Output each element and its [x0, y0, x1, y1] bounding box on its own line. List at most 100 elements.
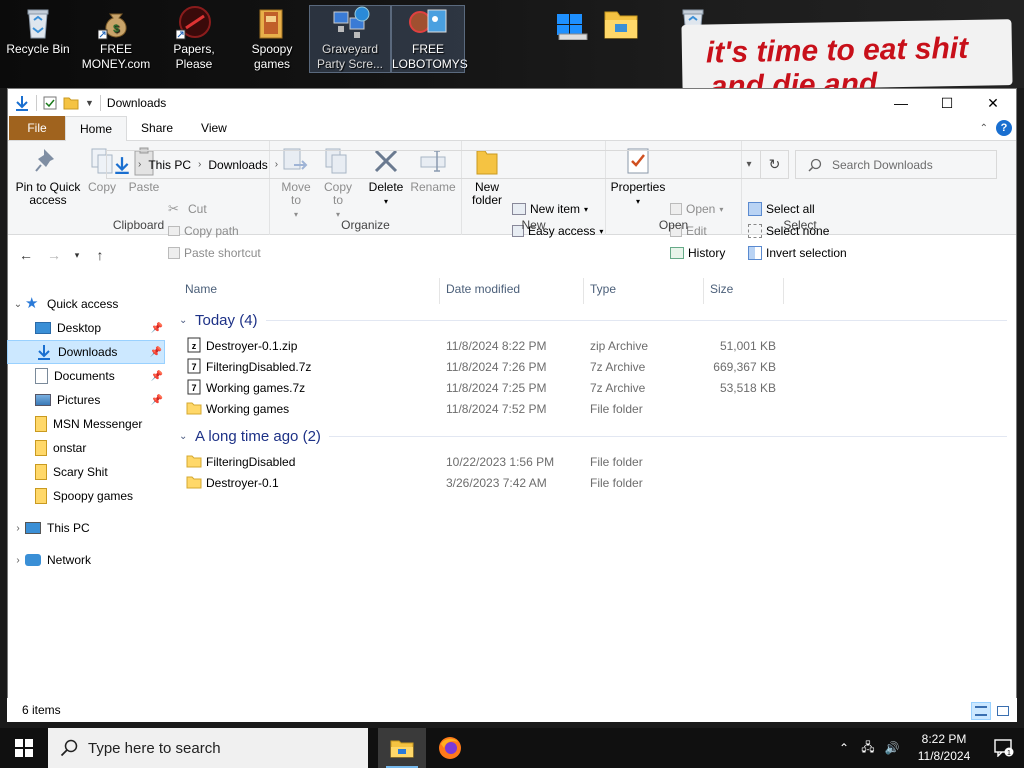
drive-icon: [557, 14, 588, 40]
chevron-down-icon[interactable]: ⌃: [980, 123, 988, 134]
details-view-button[interactable]: [971, 702, 991, 720]
column-separator[interactable]: [783, 278, 784, 304]
folder-icon: [35, 416, 47, 432]
volume-icon[interactable]: 🔊: [880, 741, 904, 755]
windows-logo-icon: [15, 739, 33, 757]
desktop-icon-papers-please[interactable]: Papers, Please: [156, 6, 232, 72]
clock[interactable]: 8:22 PM 11/8/2024: [904, 731, 984, 765]
taskbar-firefox[interactable]: [426, 728, 474, 768]
search-box[interactable]: Search Downloads: [795, 150, 997, 179]
breadcrumb-this-pc[interactable]: This PC: [148, 158, 191, 172]
computer-icon: [25, 522, 41, 534]
customize-toolbar-icon[interactable]: ▼: [85, 98, 94, 108]
svg-text:$: $: [113, 23, 119, 35]
navigation-pane: ⌄ ★ Quick access Desktop 📌 Downloads 📌 D…: [7, 290, 167, 690]
taskbar-search-box[interactable]: Type here to search: [48, 728, 368, 768]
column-size[interactable]: Size: [710, 274, 733, 304]
properties-check-icon[interactable]: [43, 96, 57, 110]
meme-text-line-1: it's time to eat shit: [705, 31, 969, 70]
refresh-button[interactable]: ↻: [760, 151, 788, 178]
start-button[interactable]: [0, 728, 48, 768]
cut-button[interactable]: ✂ Cut: [168, 199, 207, 219]
expand-chevron-icon[interactable]: ⌄: [11, 299, 25, 310]
desktop-icon-recycle-bin[interactable]: Recycle Bin: [0, 6, 76, 57]
scissors-icon: ✂: [168, 201, 179, 216]
recent-locations-button[interactable]: ▾: [70, 243, 84, 267]
nav-network[interactable]: › Network: [7, 548, 165, 572]
expand-chevron-icon[interactable]: ›: [11, 555, 25, 566]
chevron-right-icon[interactable]: ›: [275, 159, 278, 170]
column-separator[interactable]: [703, 278, 704, 304]
address-dropdown-icon[interactable]: ▾: [738, 159, 760, 170]
file-row[interactable]: Destroyer-0.1 3/26/2023 7:42 AM File fol…: [173, 472, 1007, 493]
nav-this-pc[interactable]: › This PC: [7, 516, 165, 540]
nav-item-spoopy-games[interactable]: Spoopy games: [7, 484, 165, 508]
chevron-right-icon[interactable]: ›: [198, 159, 201, 170]
column-type[interactable]: Type: [590, 274, 616, 304]
notification-center-button[interactable]: 1: [984, 728, 1024, 768]
group-header-today[interactable]: ⌄ Today (4): [173, 309, 1007, 331]
tab-view[interactable]: View: [187, 116, 241, 140]
tab-share[interactable]: Share: [127, 116, 187, 140]
history-icon: [670, 247, 684, 259]
invert-selection-icon: [748, 246, 762, 260]
group-header-long-time-ago[interactable]: ⌄ A long time ago (2): [173, 425, 1007, 447]
desktop-icon-folder[interactable]: [590, 6, 652, 42]
invert-selection-button[interactable]: Invert selection: [748, 243, 847, 263]
file-row[interactable]: Working games 11/8/2024 7:52 PM File fol…: [173, 398, 1007, 419]
close-button[interactable]: ✕: [970, 89, 1016, 117]
nav-item-msn-messenger[interactable]: MSN Messenger: [7, 412, 165, 436]
history-button[interactable]: History: [670, 243, 725, 263]
column-separator[interactable]: [439, 278, 440, 304]
large-icons-view-button[interactable]: [993, 702, 1013, 720]
network-tray-icon[interactable]: 🖧: [856, 738, 880, 759]
search-input[interactable]: Search Downloads: [832, 158, 933, 172]
nav-quick-access[interactable]: ⌄ ★ Quick access: [7, 292, 165, 316]
nav-item-scary-shit[interactable]: Scary Shit: [7, 460, 165, 484]
up-button[interactable]: ↑: [88, 243, 112, 267]
clock-date: 11/8/2024: [917, 749, 971, 763]
nav-item-pictures[interactable]: Pictures 📌: [7, 388, 165, 412]
column-date-modified[interactable]: Date modified: [446, 274, 520, 304]
select-all-button[interactable]: Select all: [748, 199, 815, 219]
back-button[interactable]: ←: [14, 243, 38, 267]
file-row[interactable]: z Destroyer-0.1.zip 11/8/2024 8:22 PM zi…: [173, 335, 1007, 356]
desktop-icon-free-lobotomys[interactable]: FREE LOBOTOMYS: [391, 5, 468, 73]
help-icon[interactable]: ?: [996, 120, 1012, 136]
file-row[interactable]: 7 Working games.7z 11/8/2024 7:25 PM 7z …: [173, 377, 1007, 398]
expand-chevron-icon[interactable]: ›: [11, 523, 25, 534]
nav-item-desktop[interactable]: Desktop 📌: [7, 316, 165, 340]
taskbar-search-input[interactable]: Type here to search: [88, 740, 221, 757]
taskbar-file-explorer[interactable]: [378, 728, 426, 768]
title-bar[interactable]: ▼ Downloads — ☐ ✕: [8, 89, 1016, 117]
documents-icon: [35, 368, 48, 384]
desktop-icon-graveyard-party[interactable]: Graveyard Party Scre...: [309, 5, 391, 73]
show-hidden-icons-icon[interactable]: ⌃: [832, 741, 856, 755]
forward-button[interactable]: →: [42, 243, 66, 267]
file-row[interactable]: FilteringDisabled 10/22/2023 1:56 PM Fil…: [173, 451, 1007, 472]
tab-home[interactable]: Home: [65, 116, 128, 141]
chevron-right-icon[interactable]: ›: [138, 159, 141, 170]
new-item-button[interactable]: New item ▾: [512, 199, 588, 219]
pin-quick-access-button[interactable]: Pin to Quick access: [12, 145, 84, 207]
maximize-button[interactable]: ☐: [924, 89, 970, 117]
open-button[interactable]: Open ▾: [670, 199, 723, 219]
address-bar[interactable]: › This PC › Downloads › ▾ ↻: [106, 150, 789, 179]
desktop-icon-spoopy-games[interactable]: Spoopy games: [234, 6, 310, 72]
column-name[interactable]: Name: [185, 274, 217, 304]
download-arrow-icon[interactable]: [14, 95, 30, 111]
desktop-icon-free-money[interactable]: $ FREE MONEY.com: [78, 6, 154, 72]
breadcrumb-downloads[interactable]: Downloads: [208, 158, 267, 172]
minimize-button[interactable]: —: [878, 89, 924, 117]
paste-shortcut-button[interactable]: Paste shortcut: [168, 243, 261, 263]
tab-file[interactable]: File: [9, 116, 65, 140]
toolbar-separator: [36, 95, 37, 111]
collapse-chevron-icon[interactable]: ⌄: [179, 315, 193, 326]
nav-item-onstar[interactable]: onstar: [7, 436, 165, 460]
nav-item-documents[interactable]: Documents 📌: [7, 364, 165, 388]
new-folder-icon[interactable]: [63, 96, 79, 110]
column-separator[interactable]: [583, 278, 584, 304]
file-row[interactable]: 7 FilteringDisabled.7z 11/8/2024 7:26 PM…: [173, 356, 1007, 377]
nav-item-downloads[interactable]: Downloads 📌: [7, 340, 165, 364]
collapse-chevron-icon[interactable]: ⌄: [179, 431, 193, 442]
